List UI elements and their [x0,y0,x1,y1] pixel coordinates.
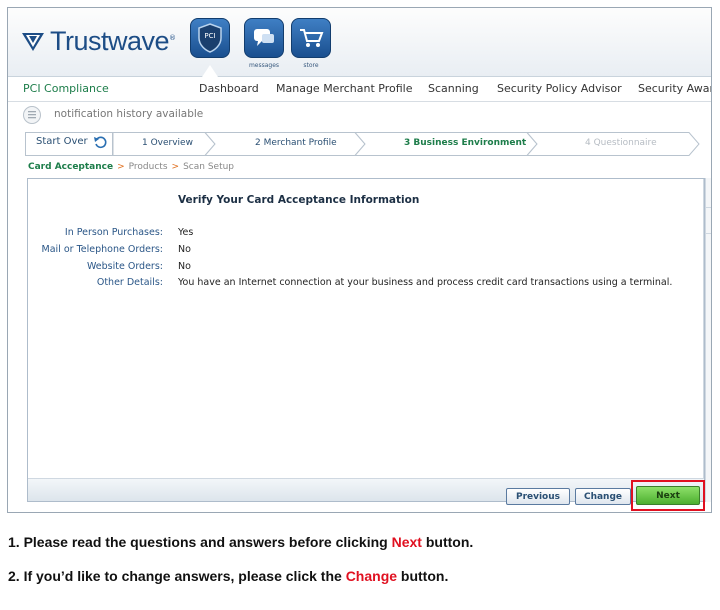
notification-bar: notification history available [8,103,711,128]
messages-button[interactable] [244,18,284,58]
notification-text[interactable]: notification history available [54,108,203,120]
step-merchant-profile[interactable]: 2 Merchant Profile [255,138,337,148]
scrollbar[interactable] [705,178,711,502]
instruction-2-text: 2. If you’d like to change answers, plea… [8,568,346,584]
section-title[interactable]: PCI Compliance [23,82,109,95]
list-icon [28,111,36,119]
mail-telephone-value: No [178,244,191,255]
instruction-1-text: 1. Please read the questions and answers… [8,534,392,550]
nav-manage-merchant-profile[interactable]: Manage Merchant Profile [276,82,412,95]
instruction-1-end: button. [421,534,474,550]
main-nav: PCI Compliance Dashboard Manage Merchant… [8,78,711,102]
speech-bubble-icon [254,29,274,46]
start-over-link[interactable]: Start Over [36,136,88,147]
shield-icon: PCI [198,23,222,53]
in-person-label: In Person Purchases: [64,227,163,238]
step-questionnaire: 4 Questionnaire [585,138,657,148]
instruction-2-highlight: Change [345,568,398,584]
active-section-caret [202,65,218,77]
breadcrumb-products: Products [128,162,168,172]
other-details-value: You have an Internet connection at your … [178,277,673,288]
change-button[interactable]: Change [575,488,631,505]
wizard-steps: Start Over 1 Overview 2 Merchant Profile… [25,132,700,156]
app-window: Trustwave ® PCI messages store PCI Compl… [7,7,712,513]
messages-caption: messages [248,62,280,69]
instruction-line-2: 2. If you’d like to change answers, plea… [8,568,448,584]
nav-security-policy-advisor[interactable]: Security Policy Advisor [497,82,622,95]
instruction-1-highlight: Next [391,534,422,550]
breadcrumb: Card Acceptance > Products > Scan Setup [28,162,234,172]
step-overview[interactable]: 1 Overview [142,138,193,148]
in-person-value: Yes [178,227,194,238]
breadcrumb-separator: > [117,162,125,172]
trademark-symbol: ® [169,34,177,42]
instruction-2-end: button. [397,568,449,584]
nav-security-awareness[interactable]: Security Awar [638,82,711,95]
store-caption: store [303,62,319,69]
breadcrumb-scan-setup: Scan Setup [183,162,235,172]
panel-title: Verify Your Card Acceptance Information [178,194,420,206]
logo: Trustwave ® [22,26,176,57]
scrollbar-segment [706,208,711,234]
cart-icon [300,29,324,47]
step-business-environment[interactable]: 3 Business Environment [404,138,526,148]
website-orders-value: No [178,261,191,272]
nav-scanning[interactable]: Scanning [428,82,479,95]
header: Trustwave ® PCI messages store [8,8,711,77]
content-area: Verify Your Card Acceptance Information … [28,179,704,478]
pci-button[interactable]: PCI [190,18,230,58]
trustwave-logo-icon [22,32,44,51]
scrollbar-thumb[interactable] [706,178,711,208]
undo-icon[interactable] [93,135,107,149]
nav-dashboard[interactable]: Dashboard [199,82,259,95]
website-orders-label: Website Orders: [86,261,163,272]
breadcrumb-card-acceptance[interactable]: Card Acceptance [28,162,113,172]
breadcrumb-separator: > [171,162,180,172]
content-panel: Verify Your Card Acceptance Information … [27,178,705,511]
pci-button-label: PCI [204,32,215,40]
mail-telephone-label: Mail or Telephone Orders: [41,244,163,255]
other-details-label: Other Details: [96,277,163,288]
notification-icon[interactable] [23,106,41,124]
brand-name: Trustwave [50,26,170,56]
instruction-line-1: 1. Please read the questions and answers… [8,534,473,550]
store-button[interactable] [291,18,331,58]
previous-button[interactable]: Previous [506,488,570,505]
next-button[interactable]: Next [636,486,700,505]
